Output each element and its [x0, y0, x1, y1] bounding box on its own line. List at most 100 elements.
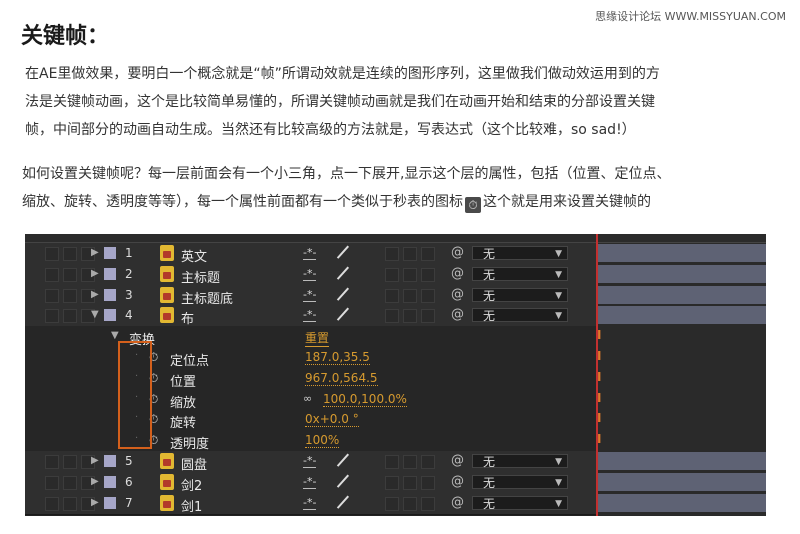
expand-triangle-icon[interactable]: ▶: [91, 289, 99, 300]
layer-switch-checkbox[interactable]: [45, 309, 59, 324]
layer-name[interactable]: 圆盘: [181, 454, 207, 473]
layer-switch-checkbox[interactable]: [421, 267, 435, 282]
property-value[interactable]: 100%: [305, 433, 340, 449]
layer-switch-checkbox[interactable]: [45, 267, 59, 282]
layer-switch-checkbox[interactable]: [421, 496, 435, 511]
layer-duration-bar[interactable]: [596, 264, 766, 283]
layer-row[interactable]: ▶ 1 英文 -*- @ 无 ▼: [25, 243, 596, 265]
parent-select[interactable]: 无 ▼: [472, 474, 568, 490]
parent-pickwhip-icon[interactable]: @: [451, 474, 464, 489]
parent-select[interactable]: 无 ▼: [472, 308, 568, 323]
layer-duration-bar[interactable]: [596, 472, 766, 491]
layer-switch-checkbox[interactable]: [385, 288, 399, 303]
layer-row[interactable]: ▼ 4 布 -*- @ 无 ▼: [25, 305, 596, 328]
layer-name[interactable]: 剑1: [181, 496, 202, 515]
layer-switch-checkbox[interactable]: [45, 475, 59, 490]
property-row[interactable]: · ⏱ 定位点 187.0,35.5: [25, 347, 596, 369]
expand-triangle-icon[interactable]: ▶: [91, 497, 99, 508]
layer-row[interactable]: ▶ 3 主标题底 -*- @ 无 ▼: [25, 284, 596, 307]
parent-select[interactable]: 无 ▼: [472, 246, 568, 261]
layer-switch-checkbox[interactable]: [63, 496, 77, 511]
layer-switch-checkbox[interactable]: [45, 455, 59, 469]
layer-switch-checkbox[interactable]: [385, 475, 399, 490]
layer-label-color[interactable]: [104, 455, 116, 467]
layer-switch-checkbox[interactable]: [63, 247, 77, 261]
collapse-triangle-icon[interactable]: ▼: [111, 330, 119, 341]
layer-switch-checkbox[interactable]: [385, 247, 399, 261]
property-row[interactable]: · ⏱ 旋转 0x+0.0 °: [25, 409, 596, 432]
layer-name[interactable]: 主标题底: [181, 288, 233, 307]
layer-switch-checkbox[interactable]: [63, 455, 77, 469]
layer-switch-checkbox[interactable]: [421, 455, 435, 469]
layer-duration-bar[interactable]: [596, 244, 766, 262]
layer-switch-checkbox[interactable]: [63, 475, 77, 490]
expand-triangle-icon[interactable]: ▶: [91, 247, 99, 258]
layer-row[interactable]: ▶ 5 圆盘 -*- @ 无 ▼: [25, 451, 596, 473]
parent-pickwhip-icon[interactable]: @: [451, 245, 464, 260]
quality-switch-icon[interactable]: [336, 452, 350, 468]
property-value[interactable]: 967.0,564.5: [305, 371, 378, 386]
parent-pickwhip-icon[interactable]: @: [451, 287, 464, 302]
shy-switch-icon[interactable]: -*-: [303, 288, 317, 302]
layer-switch-checkbox[interactable]: [45, 247, 59, 261]
quality-switch-icon[interactable]: [336, 306, 350, 322]
layer-name[interactable]: 布: [181, 308, 194, 327]
layer-switch-checkbox[interactable]: [403, 309, 417, 324]
parent-select[interactable]: 无 ▼: [472, 266, 568, 282]
layer-label-color[interactable]: [104, 475, 116, 488]
layer-switch-checkbox[interactable]: [421, 309, 435, 324]
layer-row[interactable]: ▶ 2 主标题 -*- @ 无 ▼: [25, 263, 596, 286]
property-value[interactable]: 100.0,100.0%: [323, 392, 407, 407]
layer-row[interactable]: ▶ 7 剑1 -*- @ 无 ▼: [25, 492, 596, 515]
parent-pickwhip-icon[interactable]: @: [451, 266, 464, 281]
collapse-triangle-icon[interactable]: ▼: [91, 309, 99, 320]
layer-switch-checkbox[interactable]: [385, 496, 399, 511]
layer-switch-checkbox[interactable]: [421, 247, 435, 261]
constrain-proportions-icon[interactable]: ∞: [303, 392, 312, 405]
property-row[interactable]: · ⏱ 透明度 100%: [25, 430, 596, 453]
shy-switch-icon[interactable]: -*-: [303, 308, 317, 323]
parent-pickwhip-icon[interactable]: @: [451, 453, 464, 468]
parent-select[interactable]: 无 ▼: [472, 454, 568, 469]
quality-switch-icon[interactable]: [336, 473, 350, 489]
layer-switch-checkbox[interactable]: [385, 455, 399, 469]
expand-triangle-icon[interactable]: ▶: [91, 476, 99, 487]
layer-duration-bar[interactable]: [596, 285, 766, 304]
layer-switch-checkbox[interactable]: [403, 288, 417, 303]
layer-duration-bar[interactable]: [596, 306, 766, 325]
layer-row[interactable]: ▶ 6 剑2 -*- @ 无 ▼: [25, 471, 596, 494]
layer-switch-checkbox[interactable]: [63, 309, 77, 324]
transform-group-row[interactable]: ▼ 变换 重置: [25, 326, 596, 349]
quality-switch-icon[interactable]: [336, 265, 350, 281]
layer-duration-bar[interactable]: [596, 493, 766, 512]
layer-switch-checkbox[interactable]: [63, 267, 77, 282]
layer-switch-checkbox[interactable]: [421, 475, 435, 490]
layer-switch-checkbox[interactable]: [385, 267, 399, 282]
layer-switch-checkbox[interactable]: [403, 247, 417, 261]
layer-label-color[interactable]: [104, 309, 116, 322]
layer-duration-bar[interactable]: [596, 452, 766, 470]
layer-switch-checkbox[interactable]: [421, 288, 435, 303]
layer-label-color[interactable]: [104, 267, 116, 280]
layer-switch-checkbox[interactable]: [45, 288, 59, 303]
layer-switch-checkbox[interactable]: [45, 496, 59, 511]
layer-switch-checkbox[interactable]: [403, 455, 417, 469]
quality-switch-icon[interactable]: [336, 494, 350, 510]
layer-switch-checkbox[interactable]: [403, 496, 417, 511]
layer-label-color[interactable]: [104, 247, 116, 259]
parent-pickwhip-icon[interactable]: @: [451, 495, 464, 510]
property-value[interactable]: 187.0,35.5: [305, 350, 370, 365]
expand-triangle-icon[interactable]: ▶: [91, 268, 99, 279]
layer-label-color[interactable]: [104, 288, 116, 301]
parent-pickwhip-icon[interactable]: @: [451, 307, 464, 322]
layer-switch-checkbox[interactable]: [403, 475, 417, 490]
property-value[interactable]: 0x+0.0 °: [305, 412, 359, 428]
quality-switch-icon[interactable]: [336, 244, 350, 260]
layer-label-color[interactable]: [104, 496, 116, 509]
shy-switch-icon[interactable]: -*-: [303, 496, 317, 510]
reset-link[interactable]: 重置: [305, 329, 330, 348]
layer-name[interactable]: 剑2: [181, 475, 202, 494]
shy-switch-icon[interactable]: -*-: [303, 475, 317, 489]
layer-name[interactable]: 英文: [181, 246, 207, 265]
layer-name[interactable]: 主标题: [181, 267, 220, 286]
